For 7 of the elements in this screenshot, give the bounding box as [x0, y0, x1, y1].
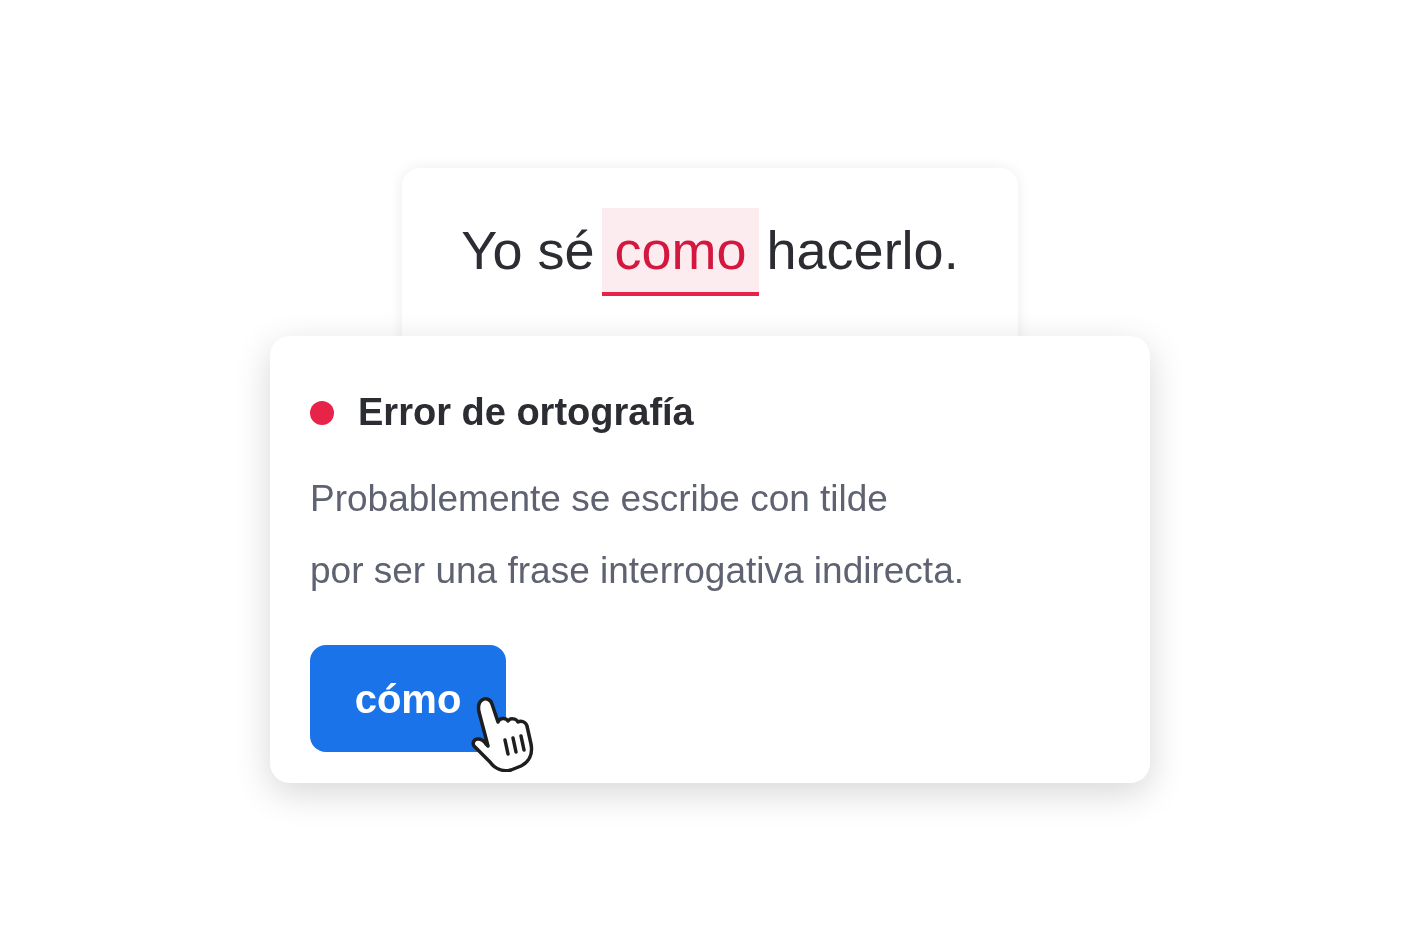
hand-cursor-icon	[468, 694, 534, 772]
error-description: Probablemente se escribe con tilde por ser una frase interrogativa indirecta.	[310, 477, 965, 593]
sentence-text: Yo sé	[461, 219, 595, 282]
misspelled-word: como	[602, 208, 759, 296]
suggestion-button[interactable]: cómo	[310, 645, 506, 752]
popup-title: Error de ortografía	[358, 390, 694, 435]
sentence-text: hacerlo.	[766, 219, 959, 282]
